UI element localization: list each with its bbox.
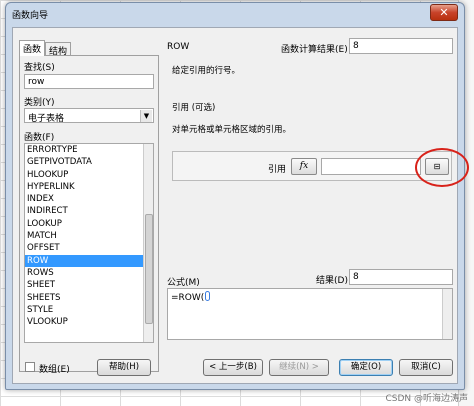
list-item[interactable]: OFFSET [25,242,153,254]
list-item[interactable]: STYLE [25,304,153,316]
function-label: 函数(F) [24,133,55,143]
function-list-scrollbar[interactable] [143,144,153,342]
list-item-selected[interactable]: ROW [25,254,153,267]
dialog-title: 函数向导 [12,11,49,21]
list-item[interactable]: MATCH [25,230,153,242]
list-item[interactable]: LOOKUP [25,218,153,230]
left-panel: 查找(S) row 类别(Y) 电子表格 ▼ 函数(F) ERRORTYPE G… [19,55,159,372]
result-field: 8 [349,38,453,54]
tab-functions[interactable]: 函数 [19,40,46,56]
list-item[interactable]: INDIRECT [25,205,153,217]
close-icon: ✕ [439,6,449,19]
search-input[interactable]: row [24,74,154,89]
array-checkbox[interactable] [25,362,35,372]
list-item[interactable]: HLOOKUP [25,169,153,181]
list-item[interactable]: ERRORTYPE [25,144,153,156]
result2-label: 结果(D) [316,276,348,286]
function-name: ROW [167,42,190,52]
formula-label: 公式(M) [167,278,200,288]
category-select[interactable]: 电子表格 ▼ [24,108,154,124]
chevron-down-icon: ▼ [140,110,152,122]
tab-structure[interactable]: 结构 [45,42,72,57]
list-item[interactable]: SHEETS [25,292,153,304]
list-item[interactable]: HYPERLINK [25,181,153,193]
result2-field: 8 [349,269,453,285]
dialog-body: 函数 结构 查找(S) row 类别(Y) 电子表格 ▼ 函数(F) ERROR… [12,27,469,384]
category-value: 电子表格 [28,114,65,124]
watermark: CSDN @听海边涛声 [385,394,468,404]
list-item[interactable]: SHEET [25,279,153,291]
formula-scrollbar[interactable] [442,289,452,339]
argument-label: 引用 [268,165,287,175]
cursor-icon [205,291,211,301]
fx-icon: fx [299,161,309,171]
search-label: 查找(S) [24,63,55,73]
list-item[interactable]: GETPIVOTDATA [25,156,153,168]
function-description: 给定引用的行号。 [172,66,241,76]
close-button[interactable]: ✕ [430,4,458,21]
array-checkbox-label: 数组(E) [39,365,70,375]
result-label: 函数计算结果(E) [281,45,348,55]
argument-description: 对单元格或单元格区域的引用。 [172,125,292,135]
argument-title: 引用 (可选) [172,103,216,113]
fx-button[interactable]: fx [291,158,317,175]
category-label: 类别(Y) [24,98,55,108]
formula-input[interactable]: =ROW( [167,288,453,340]
prev-button[interactable]: < 上一步(B) [203,359,263,376]
scrollbar-thumb[interactable] [145,214,153,324]
formula-text: =ROW( [171,293,205,303]
list-item[interactable]: ROWS [25,267,153,279]
cancel-button[interactable]: 取消(C) [399,359,453,376]
title-bar[interactable]: 函数向导 ✕ [6,3,464,25]
ok-button[interactable]: 确定(O) [339,359,393,376]
list-item[interactable]: INDEX [25,193,153,205]
list-item[interactable]: VLOOKUP [25,316,153,328]
next-button[interactable]: 继续(N) > [269,359,329,376]
help-button[interactable]: 帮助(H) [97,359,151,376]
annotation-circle [415,148,469,187]
function-wizard-dialog: 函数向导 ✕ 函数 结构 查找(S) row 类别(Y) 电子表格 ▼ 函数(F… [5,2,469,390]
reference-input[interactable] [321,158,421,175]
function-list[interactable]: ERRORTYPE GETPIVOTDATA HLOOKUP HYPERLINK… [24,143,154,343]
